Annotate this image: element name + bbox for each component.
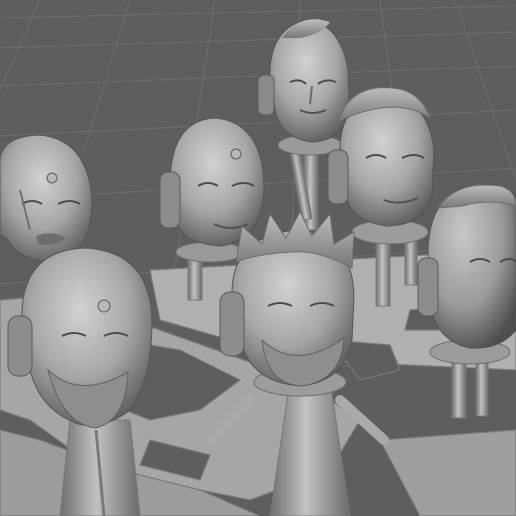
3d-viewport[interactable]: [0, 0, 516, 516]
viewport-canvas[interactable]: [0, 0, 516, 516]
